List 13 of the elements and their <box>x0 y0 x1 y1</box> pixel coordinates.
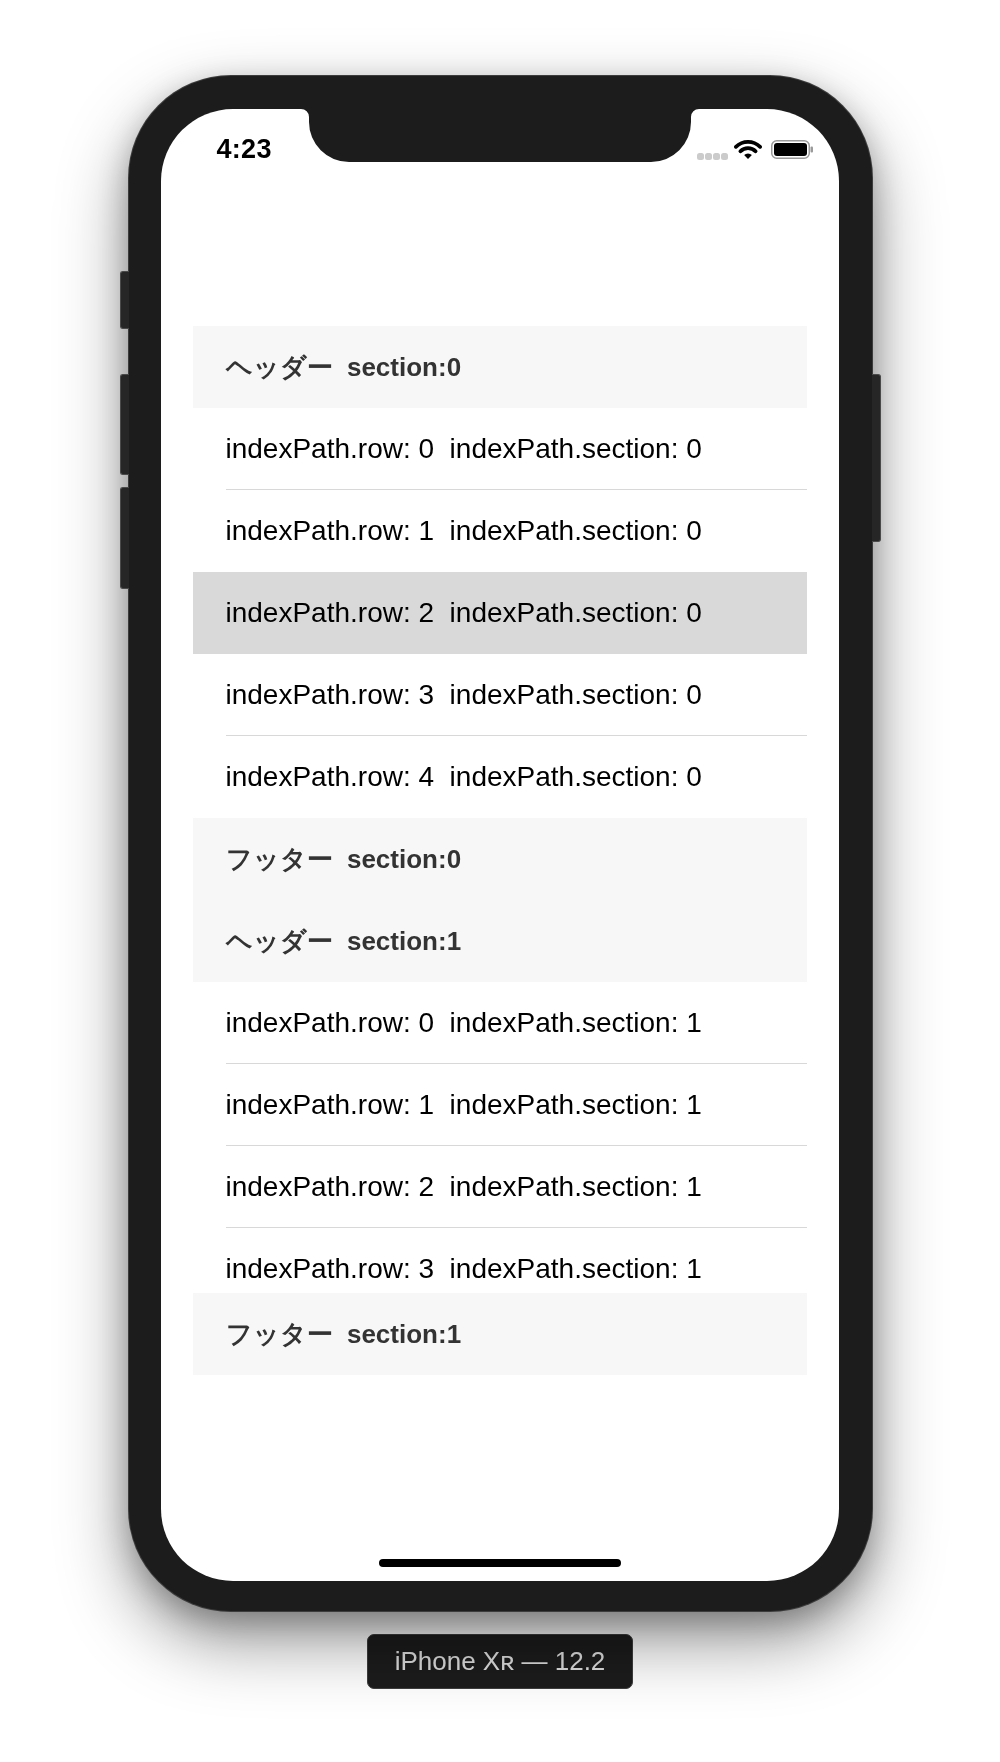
signal-dots-icon <box>696 152 728 160</box>
side-button[interactable] <box>119 487 129 589</box>
battery-icon <box>770 139 813 159</box>
table-cell[interactable]: indexPath.row: 2 indexPath.section: 0 <box>192 572 807 654</box>
section-header: ヘッダー section:0 <box>192 326 807 408</box>
status-time: 4:23 <box>216 133 272 165</box>
side-button[interactable] <box>119 374 129 475</box>
side-button[interactable] <box>119 271 129 329</box>
section-footer: フッター section:0 <box>192 818 807 900</box>
section-header: ヘッダー section:1 <box>192 900 807 982</box>
wifi-icon <box>733 139 762 159</box>
section-footer: フッター section:1 <box>192 1293 807 1375</box>
device-label: iPhone Xʀ — 12.2 <box>366 1634 634 1689</box>
